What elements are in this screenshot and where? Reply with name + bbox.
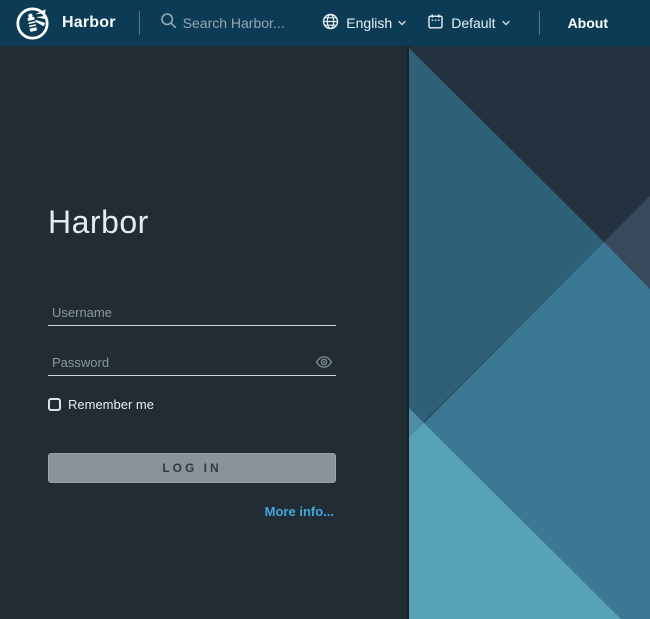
remember-me-label: Remember me (68, 397, 154, 412)
harbor-login-page: Harbor (0, 0, 650, 619)
more-info-link[interactable]: More info... (265, 504, 334, 519)
search-icon (160, 12, 177, 34)
page-title: Harbor (48, 206, 149, 238)
username-field-wrap (48, 304, 336, 326)
username-input[interactable] (48, 304, 336, 325)
brand-title: Harbor (62, 14, 116, 32)
harbor-logo-icon (16, 7, 49, 40)
about-link[interactable]: About (568, 15, 608, 31)
eye-icon (315, 357, 333, 372)
chevron-down-icon (397, 18, 407, 28)
search-box (160, 12, 303, 34)
brand[interactable]: Harbor (0, 7, 116, 40)
globe-icon (322, 13, 339, 33)
navbar-divider (539, 11, 540, 35)
language-dropdown[interactable]: English (322, 13, 407, 33)
background-artwork (409, 46, 650, 619)
show-password-button[interactable] (314, 355, 334, 371)
navbar-divider (139, 11, 140, 35)
search-input[interactable] (183, 15, 303, 31)
log-in-button[interactable]: LOG IN (48, 453, 336, 483)
remember-me-checkbox[interactable] (48, 398, 61, 411)
navbar-actions: English Default (322, 11, 650, 35)
theme-label: Default (451, 15, 495, 31)
remember-me-row[interactable]: Remember me (48, 397, 154, 412)
password-input[interactable] (48, 354, 336, 375)
login-pane: Harbor Remember (0, 46, 409, 619)
password-field-wrap (48, 354, 336, 376)
chevron-down-icon (501, 18, 511, 28)
language-label: English (346, 15, 392, 31)
triangle-art (409, 46, 650, 619)
calendar-icon (427, 13, 444, 33)
main-area: Harbor Remember (0, 46, 650, 619)
top-navbar: Harbor (0, 0, 650, 46)
theme-dropdown[interactable]: Default (427, 13, 510, 33)
